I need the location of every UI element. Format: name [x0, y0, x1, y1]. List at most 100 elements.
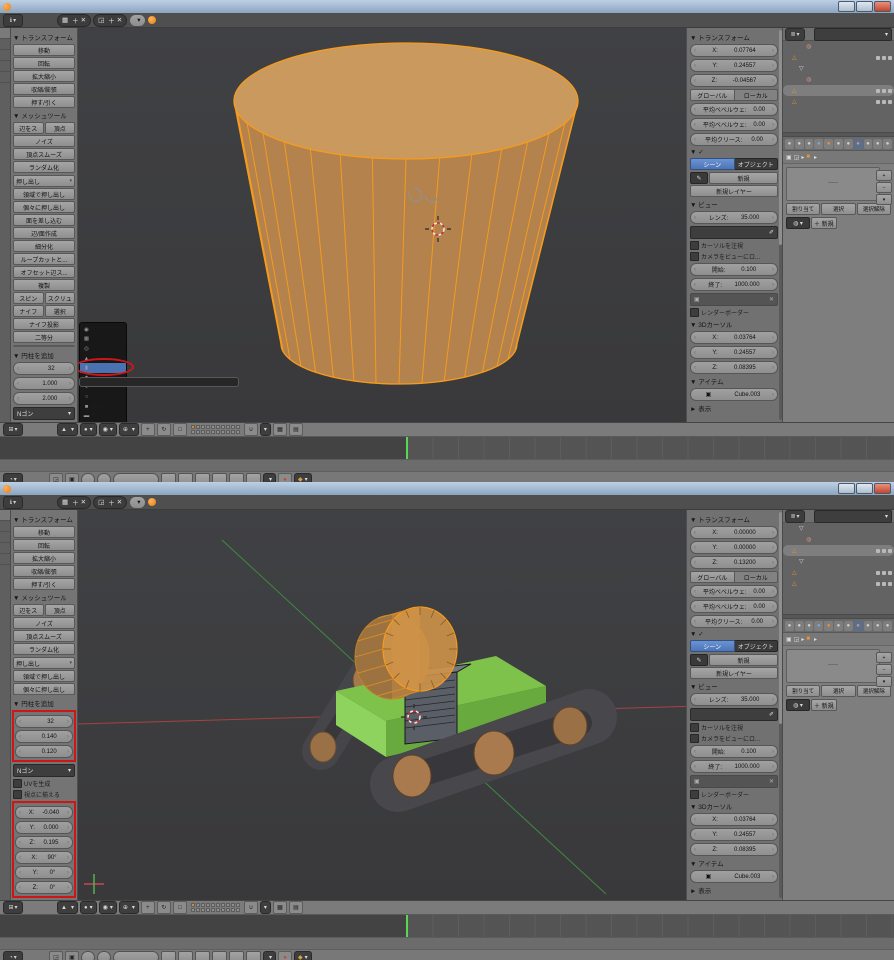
timeline-editor-type-button[interactable]: ◔▾ — [3, 951, 23, 960]
tab-world-icon[interactable]: ● — [814, 139, 823, 149]
item-name-field[interactable]: ▣Cube.003› — [690, 388, 778, 401]
panel-mesh-tools[interactable]: ▼ メッシュツール — [13, 110, 75, 120]
assign-button[interactable]: 割り当て — [786, 203, 820, 215]
playback-prev-keyframe-button[interactable] — [178, 473, 193, 482]
tool-button[interactable]: 拡大縮小 — [13, 552, 75, 564]
tab-particles-icon[interactable]: ● — [873, 621, 882, 631]
render-opengl-button[interactable]: ▦ — [273, 901, 287, 914]
tab-scene-icon[interactable]: ● — [805, 621, 814, 631]
mode-dropdown[interactable]: ▲▾ — [57, 901, 78, 914]
scale-manipulator-button[interactable]: □ — [173, 423, 187, 436]
shelf-tab-ツール[interactable] — [0, 510, 10, 521]
tab-object-icon[interactable]: ● — [824, 621, 833, 631]
tool-button[interactable]: 面を差し込む — [13, 214, 75, 226]
layer-dot[interactable] — [216, 908, 220, 912]
menu-item-グリッド[interactable]: ▦ — [80, 335, 126, 345]
new-material-button[interactable]: ＋ 新規 — [811, 699, 837, 711]
layer-dot[interactable] — [226, 425, 230, 429]
orientation-dropdown[interactable]: ⊕▾ — [119, 901, 139, 914]
layer-dot[interactable] — [231, 430, 235, 434]
lens-slider[interactable]: ‹レンズ:35.000› — [690, 693, 778, 706]
playback-prev-frame-button[interactable] — [195, 473, 210, 482]
render-icon[interactable] — [888, 571, 892, 575]
cursor-x[interactable]: ‹X:0.03764› — [690, 331, 778, 344]
clip-start[interactable]: ‹開始:0.100› — [690, 745, 778, 758]
render-opengl-button[interactable]: ▦ — [273, 423, 287, 436]
menu-item-モンキー[interactable]: ◉ — [80, 325, 126, 335]
layer-dot[interactable] — [226, 908, 230, 912]
scene-field[interactable]: ◲＋✕ — [93, 496, 127, 509]
render-engine-select[interactable]: ▾ — [129, 496, 146, 509]
tool-button[interactable]: ループカットと... — [13, 253, 75, 265]
rotation-z[interactable]: ‹Z:0°› — [15, 881, 73, 894]
slot-add-button[interactable]: + — [876, 652, 892, 663]
snap-magnet-button[interactable]: ∪ — [244, 423, 258, 436]
vertex-bevel-weight[interactable]: ‹平均ベベルウェ:0.00› — [690, 103, 778, 116]
render-opengl-anim-button[interactable]: ▤ — [289, 901, 303, 914]
layer-dot[interactable] — [236, 425, 240, 429]
panel-3d-cursor[interactable]: ▼ 3Dカーソル — [690, 319, 778, 329]
panel-transform-n[interactable]: ▼ トランスフォーム — [690, 514, 778, 524]
playback-prev-frame-button[interactable] — [195, 951, 210, 960]
outliner-row-Cylinder.001[interactable]: △ — [783, 578, 894, 589]
tab-render-layers-icon[interactable]: ● — [795, 621, 804, 631]
select-icon[interactable] — [882, 549, 886, 553]
rotate-manipulator-button[interactable]: ↻ — [157, 423, 171, 436]
tool-button[interactable]: 押す/引く — [13, 578, 75, 590]
cursor-z[interactable]: ‹Z:0.08395› — [690, 843, 778, 856]
editor-type-button[interactable]: ℹ▾ — [3, 14, 23, 27]
npanel-scrollbar[interactable] — [779, 512, 782, 898]
global-toggle[interactable]: グローバル — [690, 571, 735, 583]
menu-item-平面[interactable]: ▬ — [80, 411, 126, 421]
start-frame-field[interactable] — [81, 473, 95, 482]
tab-object-data-icon[interactable]: ● — [844, 139, 853, 149]
location-z[interactable]: ‹Z:0.195› — [15, 836, 73, 849]
gp-object-button[interactable]: オブジェクト — [735, 158, 779, 170]
panel-view[interactable]: ▼ ビュー — [690, 199, 778, 209]
layer-dot[interactable] — [216, 903, 220, 907]
layer-dot[interactable] — [221, 908, 225, 912]
radius-slider[interactable]: ‹0.140› — [15, 730, 73, 743]
panel-item[interactable]: ▼ アイテム — [690, 858, 778, 868]
tool-button[interactable]: 回転 — [13, 539, 75, 551]
lens-slider[interactable]: ‹レンズ:35.000› — [690, 211, 778, 224]
location-x[interactable]: ‹X:-0.040› — [15, 806, 73, 819]
gp-draw-icon-button[interactable]: ✎ — [690, 654, 708, 666]
radius-slider[interactable]: ‹1.000› — [13, 377, 75, 390]
tool-button[interactable]: ノイズ — [13, 135, 75, 147]
median-x[interactable]: ‹X:0.00000› — [690, 526, 778, 539]
layer-dot[interactable] — [231, 903, 235, 907]
lock-object-field[interactable]: ✐ — [690, 708, 778, 721]
select-icon[interactable] — [882, 571, 886, 575]
playback-jump-start-button[interactable] — [161, 473, 176, 482]
layer-dot[interactable] — [211, 908, 215, 912]
eye-icon[interactable] — [876, 100, 880, 104]
layer-toggles[interactable] — [191, 903, 240, 912]
tool-button[interactable]: 領域で押し出し — [13, 188, 75, 200]
edge-crease[interactable]: ‹平均クリース:0.00› — [690, 133, 778, 146]
tab-render-layers-icon[interactable]: ● — [795, 139, 804, 149]
outliner-editor-type-button[interactable]: ≣▾ — [785, 28, 805, 41]
shelf-tab-作成[interactable] — [0, 521, 10, 532]
layer-dot[interactable] — [206, 903, 210, 907]
median-x[interactable]: ‹X:0.07764› — [690, 44, 778, 57]
maximize-button[interactable] — [856, 483, 873, 494]
slot-specials-button[interactable]: ▾ — [876, 676, 892, 687]
outliner-scope-dropdown[interactable]: ▾ — [814, 510, 892, 523]
select-button[interactable]: 選択 — [821, 685, 855, 697]
end-frame-field[interactable] — [97, 473, 111, 482]
material-slot-list[interactable] — [786, 649, 880, 683]
local-camera-field[interactable]: ▣✕ — [690, 775, 778, 788]
playback-jump-end-button[interactable] — [246, 473, 261, 482]
tool-button[interactable]: 複製 — [13, 279, 75, 291]
layer-dot[interactable] — [191, 903, 195, 907]
layer-dot[interactable] — [236, 908, 240, 912]
tool-button[interactable]: 選択 — [45, 305, 76, 317]
tool-button[interactable]: 細分化 — [13, 240, 75, 252]
assign-button[interactable]: 割り当て — [786, 685, 820, 697]
outliner-row-Material.001[interactable]: ◍ — [783, 534, 894, 545]
tool-button[interactable]: 収縮/膨張 — [13, 565, 75, 577]
tab-physics-icon[interactable]: ● — [883, 139, 892, 149]
gp-new-layer-button[interactable]: 新規レイヤー — [690, 185, 778, 197]
gp-new-layer-button[interactable]: 新規レイヤー — [690, 667, 778, 679]
